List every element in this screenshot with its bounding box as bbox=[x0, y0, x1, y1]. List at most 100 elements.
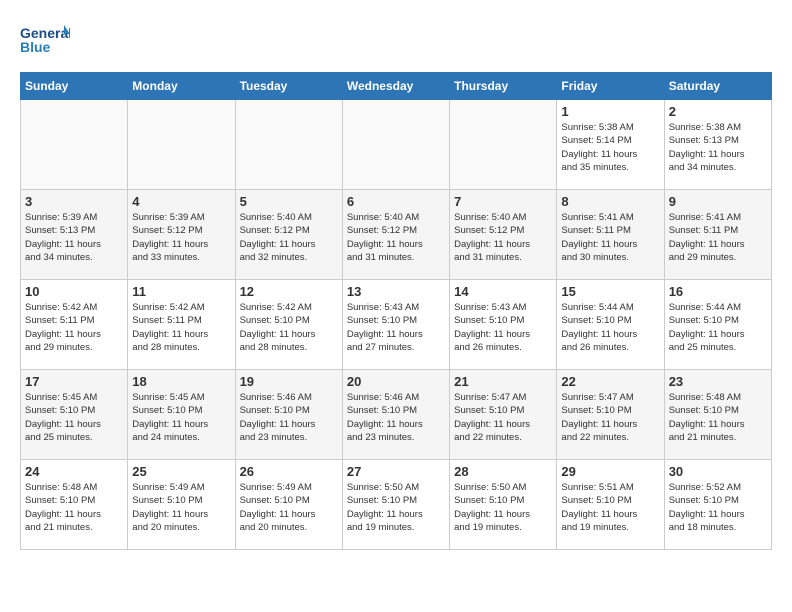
calendar-cell: 7 Sunrise: 5:40 AMSunset: 5:12 PMDaylight… bbox=[450, 190, 557, 280]
calendar-cell bbox=[450, 100, 557, 190]
day-number: 6 bbox=[347, 194, 445, 209]
day-number: 18 bbox=[132, 374, 230, 389]
day-info: Sunrise: 5:51 AMSunset: 5:10 PMDaylight:… bbox=[561, 481, 659, 534]
day-number: 12 bbox=[240, 284, 338, 299]
day-info: Sunrise: 5:40 AMSunset: 5:12 PMDaylight:… bbox=[347, 211, 445, 264]
day-info: Sunrise: 5:40 AMSunset: 5:12 PMDaylight:… bbox=[240, 211, 338, 264]
calendar-cell: 5 Sunrise: 5:40 AMSunset: 5:12 PMDaylight… bbox=[235, 190, 342, 280]
day-number: 21 bbox=[454, 374, 552, 389]
day-info: Sunrise: 5:49 AMSunset: 5:10 PMDaylight:… bbox=[132, 481, 230, 534]
day-info: Sunrise: 5:50 AMSunset: 5:10 PMDaylight:… bbox=[454, 481, 552, 534]
day-number: 15 bbox=[561, 284, 659, 299]
day-number: 11 bbox=[132, 284, 230, 299]
day-number: 2 bbox=[669, 104, 767, 119]
day-number: 22 bbox=[561, 374, 659, 389]
day-number: 30 bbox=[669, 464, 767, 479]
calendar-cell: 4Sunrise: 5:39 AMSunset: 5:12 PMDaylight… bbox=[128, 190, 235, 280]
day-number: 19 bbox=[240, 374, 338, 389]
day-info: Sunrise: 5:42 AMSunset: 5:11 PMDaylight:… bbox=[132, 301, 230, 354]
weekday-header: Saturday bbox=[664, 73, 771, 100]
calendar-cell: 11 Sunrise: 5:42 AMSunset: 5:11 PMDayligh… bbox=[128, 280, 235, 370]
calendar-cell: 25 Sunrise: 5:49 AMSunset: 5:10 PMDayligh… bbox=[128, 460, 235, 550]
calendar-cell: 13 Sunrise: 5:43 AMSunset: 5:10 PMDayligh… bbox=[342, 280, 449, 370]
day-number: 24 bbox=[25, 464, 123, 479]
calendar-cell bbox=[235, 100, 342, 190]
calendar-cell: 24 Sunrise: 5:48 AMSunset: 5:10 PMDayligh… bbox=[21, 460, 128, 550]
day-info: Sunrise: 5:39 AMSunset: 5:12 PMDaylight:… bbox=[132, 211, 230, 264]
calendar-cell: 2 Sunrise: 5:38 AMSunset: 5:13 PMDaylight… bbox=[664, 100, 771, 190]
day-number: 20 bbox=[347, 374, 445, 389]
day-info: Sunrise: 5:41 AMSunset: 5:11 PMDaylight:… bbox=[669, 211, 767, 264]
weekday-header: Thursday bbox=[450, 73, 557, 100]
calendar-cell: 19 Sunrise: 5:46 AMSunset: 5:10 PMDayligh… bbox=[235, 370, 342, 460]
day-info: Sunrise: 5:43 AMSunset: 5:10 PMDaylight:… bbox=[454, 301, 552, 354]
day-number: 9 bbox=[669, 194, 767, 209]
weekday-header: Tuesday bbox=[235, 73, 342, 100]
calendar-cell: 6 Sunrise: 5:40 AMSunset: 5:12 PMDaylight… bbox=[342, 190, 449, 280]
weekday-header: Sunday bbox=[21, 73, 128, 100]
day-info: Sunrise: 5:44 AMSunset: 5:10 PMDaylight:… bbox=[669, 301, 767, 354]
calendar-week-row: 17 Sunrise: 5:45 AMSunset: 5:10 PMDayligh… bbox=[21, 370, 772, 460]
calendar-cell bbox=[342, 100, 449, 190]
day-number: 5 bbox=[240, 194, 338, 209]
day-number: 28 bbox=[454, 464, 552, 479]
day-info: Sunrise: 5:38 AMSunset: 5:13 PMDaylight:… bbox=[669, 121, 767, 174]
day-info: Sunrise: 5:44 AMSunset: 5:10 PMDaylight:… bbox=[561, 301, 659, 354]
calendar-cell: 21 Sunrise: 5:47 AMSunset: 5:10 PMDayligh… bbox=[450, 370, 557, 460]
calendar-cell bbox=[128, 100, 235, 190]
day-info: Sunrise: 5:48 AMSunset: 5:10 PMDaylight:… bbox=[25, 481, 123, 534]
calendar-week-row: 10 Sunrise: 5:42 AMSunset: 5:11 PMDayligh… bbox=[21, 280, 772, 370]
calendar-cell: 22 Sunrise: 5:47 AMSunset: 5:10 PMDayligh… bbox=[557, 370, 664, 460]
day-info: Sunrise: 5:43 AMSunset: 5:10 PMDaylight:… bbox=[347, 301, 445, 354]
day-number: 14 bbox=[454, 284, 552, 299]
day-info: Sunrise: 5:41 AMSunset: 5:11 PMDaylight:… bbox=[561, 211, 659, 264]
calendar-cell: 29 Sunrise: 5:51 AMSunset: 5:10 PMDayligh… bbox=[557, 460, 664, 550]
day-info: Sunrise: 5:42 AMSunset: 5:11 PMDaylight:… bbox=[25, 301, 123, 354]
day-info: Sunrise: 5:47 AMSunset: 5:10 PMDaylight:… bbox=[561, 391, 659, 444]
calendar-table: SundayMondayTuesdayWednesdayThursdayFrid… bbox=[20, 72, 772, 550]
day-info: Sunrise: 5:47 AMSunset: 5:10 PMDaylight:… bbox=[454, 391, 552, 444]
day-info: Sunrise: 5:45 AMSunset: 5:10 PMDaylight:… bbox=[132, 391, 230, 444]
calendar-cell: 28 Sunrise: 5:50 AMSunset: 5:10 PMDayligh… bbox=[450, 460, 557, 550]
weekday-header-row: SundayMondayTuesdayWednesdayThursdayFrid… bbox=[21, 73, 772, 100]
header: General Blue bbox=[20, 20, 772, 62]
day-info: Sunrise: 5:39 AMSunset: 5:13 PMDaylight:… bbox=[25, 211, 123, 264]
weekday-header: Wednesday bbox=[342, 73, 449, 100]
day-number: 3 bbox=[25, 194, 123, 209]
logo-svg: General Blue bbox=[20, 20, 70, 62]
day-info: Sunrise: 5:46 AMSunset: 5:10 PMDaylight:… bbox=[240, 391, 338, 444]
calendar-cell: 15 Sunrise: 5:44 AMSunset: 5:10 PMDayligh… bbox=[557, 280, 664, 370]
calendar-week-row: 24 Sunrise: 5:48 AMSunset: 5:10 PMDayligh… bbox=[21, 460, 772, 550]
day-info: Sunrise: 5:46 AMSunset: 5:10 PMDaylight:… bbox=[347, 391, 445, 444]
day-number: 10 bbox=[25, 284, 123, 299]
calendar-week-row: 1 Sunrise: 5:38 AMSunset: 5:14 PMDaylight… bbox=[21, 100, 772, 190]
weekday-header: Friday bbox=[557, 73, 664, 100]
calendar-cell: 8 Sunrise: 5:41 AMSunset: 5:11 PMDaylight… bbox=[557, 190, 664, 280]
svg-text:Blue: Blue bbox=[20, 39, 51, 55]
day-info: Sunrise: 5:52 AMSunset: 5:10 PMDaylight:… bbox=[669, 481, 767, 534]
day-number: 7 bbox=[454, 194, 552, 209]
day-number: 17 bbox=[25, 374, 123, 389]
day-info: Sunrise: 5:40 AMSunset: 5:12 PMDaylight:… bbox=[454, 211, 552, 264]
calendar-cell: 16 Sunrise: 5:44 AMSunset: 5:10 PMDayligh… bbox=[664, 280, 771, 370]
day-info: Sunrise: 5:50 AMSunset: 5:10 PMDaylight:… bbox=[347, 481, 445, 534]
day-info: Sunrise: 5:45 AMSunset: 5:10 PMDaylight:… bbox=[25, 391, 123, 444]
day-number: 16 bbox=[669, 284, 767, 299]
day-number: 13 bbox=[347, 284, 445, 299]
calendar-cell: 18 Sunrise: 5:45 AMSunset: 5:10 PMDayligh… bbox=[128, 370, 235, 460]
day-number: 25 bbox=[132, 464, 230, 479]
day-number: 8 bbox=[561, 194, 659, 209]
day-number: 1 bbox=[561, 104, 659, 119]
day-number: 27 bbox=[347, 464, 445, 479]
calendar-week-row: 3 Sunrise: 5:39 AMSunset: 5:13 PMDaylight… bbox=[21, 190, 772, 280]
calendar-cell: 30 Sunrise: 5:52 AMSunset: 5:10 PMDayligh… bbox=[664, 460, 771, 550]
calendar-cell: 1 Sunrise: 5:38 AMSunset: 5:14 PMDaylight… bbox=[557, 100, 664, 190]
day-info: Sunrise: 5:42 AMSunset: 5:10 PMDaylight:… bbox=[240, 301, 338, 354]
calendar-cell: 14 Sunrise: 5:43 AMSunset: 5:10 PMDayligh… bbox=[450, 280, 557, 370]
calendar-cell: 23Sunrise: 5:48 AMSunset: 5:10 PMDayligh… bbox=[664, 370, 771, 460]
calendar-cell: 20 Sunrise: 5:46 AMSunset: 5:10 PMDayligh… bbox=[342, 370, 449, 460]
calendar-cell: 10 Sunrise: 5:42 AMSunset: 5:11 PMDayligh… bbox=[21, 280, 128, 370]
day-number: 29 bbox=[561, 464, 659, 479]
day-info: Sunrise: 5:38 AMSunset: 5:14 PMDaylight:… bbox=[561, 121, 659, 174]
day-info: Sunrise: 5:48 AMSunset: 5:10 PMDaylight:… bbox=[669, 391, 767, 444]
